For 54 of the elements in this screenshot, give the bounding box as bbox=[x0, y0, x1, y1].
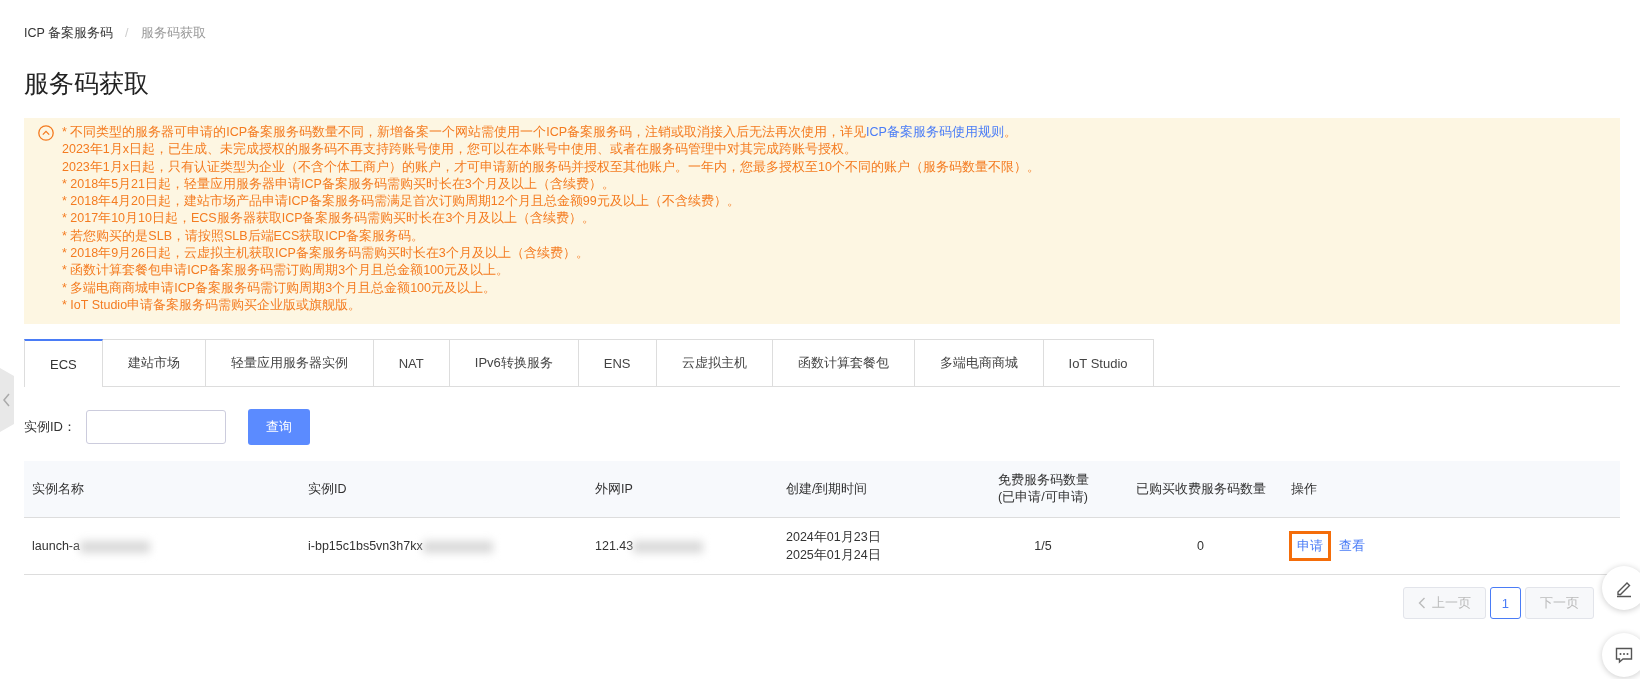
column-header: 免费服务码数量 (已申请/可申请) bbox=[968, 461, 1118, 518]
collapse-handle[interactable] bbox=[0, 368, 14, 432]
tab[interactable]: 轻量应用服务器实例 bbox=[205, 339, 374, 387]
field-label: 实例ID： bbox=[24, 418, 77, 437]
page-title: 服务码获取 bbox=[24, 68, 150, 99]
notice-text: * 不同类型的服务器可申请的ICP备案服务码数量不同，新增备案一个网站需使用一个ICP备案服务码，注销或取消接入后无法再次使用，详见ICP备案服务码使用规则。 bbox=[62, 124, 1018, 141]
notice-text: * 多端电商商城申请ICP备案服务码需订购周期3个月且总金额100元及以上。 bbox=[62, 279, 497, 297]
rules-link[interactable]: ICP备案服务码使用规则 bbox=[866, 125, 1004, 139]
notice-text: 2023年1月x日起，只有认证类型为企业（不含个体工商户）的账户，才可申请新的服务码并授权至其他账户。一年内，您最多授权至10个不同的账户（服务码数量不限）。 bbox=[62, 158, 1040, 176]
edit-button[interactable] bbox=[1602, 566, 1640, 610]
chevron-left-icon bbox=[1417, 597, 1426, 610]
notice-text: * 2018年9月26日起，云虚拟主机获取ICP备案服务码需购买时长在3个月及以上（含续费）。 bbox=[62, 245, 590, 263]
table-cell: 1/5 bbox=[1034, 539, 1052, 554]
column-header: 实例名称 bbox=[24, 461, 300, 518]
page-button[interactable]: 1 bbox=[1489, 587, 1521, 620]
column-header: 实例ID bbox=[300, 461, 587, 518]
chat-icon bbox=[1614, 645, 1634, 665]
tab[interactable]: 建站市场 bbox=[102, 339, 206, 387]
notice-text: 2023年1月x日起，已生成、未完成授权的服务码不再支持跨账号使用，您可以在本账号中使用、或者在服务码管理中对其完成跨账号授权。 bbox=[62, 141, 858, 159]
column-header: 已购买收费服务码数量 bbox=[1118, 461, 1283, 518]
breadcrumb-item[interactable]: ICP 备案服务码 bbox=[24, 24, 114, 42]
notice-text: * IoT Studio申请备案服务码需购买企业版或旗舰版。 bbox=[62, 296, 363, 314]
breadcrumb-separator: / bbox=[125, 26, 129, 40]
breadcrumb-item: 服务码获取 bbox=[140, 24, 206, 42]
tab[interactable]: ECS bbox=[24, 339, 103, 388]
tab[interactable]: 云虚拟主机 bbox=[656, 339, 773, 387]
tab[interactable]: 函数计算套餐包 bbox=[772, 339, 915, 387]
blurred-text bbox=[633, 540, 704, 553]
notice-text: * 若您购买的是SLB，请按照SLB后端ECS获取ICP备案服务码。 bbox=[62, 227, 426, 245]
table-cell: launch-a bbox=[32, 539, 80, 554]
instance-id-field[interactable] bbox=[86, 410, 226, 445]
column-header: 操作 bbox=[1283, 461, 1620, 518]
table-cell: 0 bbox=[1197, 539, 1204, 554]
tab[interactable]: IPv6转换服务 bbox=[449, 339, 579, 387]
action-link[interactable]: 申请 bbox=[1291, 533, 1329, 560]
notice-text: * 2018年5月21日起，轻量应用服务器申请ICP备案服务码需购买时长在3个月及以上（含续费）。 bbox=[62, 175, 616, 193]
table-cell: i-bp15c1bs5vn3h7kx bbox=[308, 539, 423, 554]
tab[interactable]: NAT bbox=[373, 339, 450, 387]
column-header: 创建/到期时间 bbox=[778, 461, 968, 518]
notice-text: * 函数计算套餐包申请ICP备案服务码需订购周期3个月且总金额100元及以上。 bbox=[62, 262, 510, 280]
table-cell-text: 2025年01月24日 bbox=[786, 547, 882, 565]
tab[interactable]: IoT Studio bbox=[1043, 339, 1154, 387]
blurred-text bbox=[79, 540, 150, 553]
action-link[interactable]: 查看 bbox=[1333, 533, 1371, 560]
table-cell-text: 2024年01月23日 bbox=[786, 529, 882, 547]
notice-text: * 2017年10月10日起，ECS服务器获取ICP备案服务码需购买时长在3个月及以上（含续费）。 bbox=[62, 210, 597, 228]
table-cell: 121.43 bbox=[595, 539, 634, 554]
tab[interactable]: 多端电商商城 bbox=[914, 339, 1044, 387]
column-header: 外网IP bbox=[587, 461, 778, 518]
blurred-text bbox=[422, 540, 493, 553]
tab[interactable]: ENS bbox=[578, 339, 657, 387]
collapse-icon[interactable] bbox=[38, 125, 54, 141]
chat-button[interactable] bbox=[1602, 633, 1640, 677]
notice-text: * 2018年4月20日起，建站市场产品申请ICP备案服务码需满足首次订购周期12个月且总金额99元及以上（不含续费）。 bbox=[62, 193, 741, 211]
